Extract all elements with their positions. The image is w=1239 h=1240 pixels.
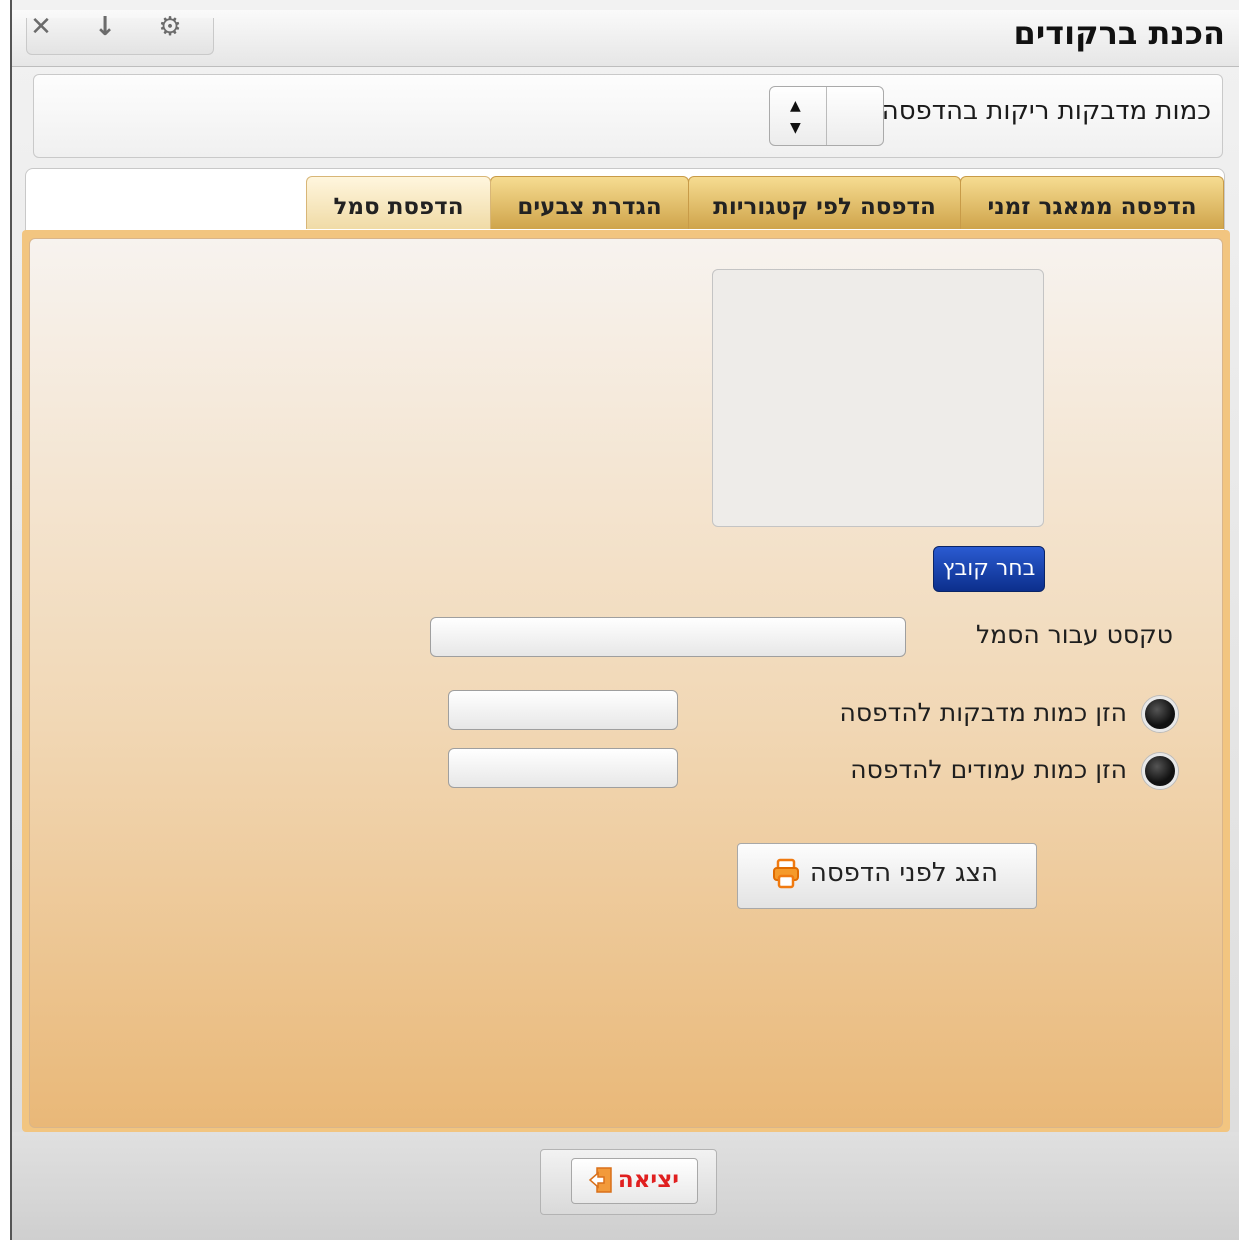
choose-file-button[interactable]: בחר קובץ <box>933 546 1045 592</box>
settings-icon[interactable]: ⚙ <box>157 14 183 40</box>
symbol-image-preview <box>712 269 1044 527</box>
radio-labels-qty-label: הזן כמות מדבקות להדפסה <box>839 698 1128 727</box>
print-preview-label: הצג לפני הדפסה <box>809 858 998 888</box>
labels-qty-input[interactable] <box>448 690 678 730</box>
window-title: הכנת ברקודים <box>1013 14 1225 52</box>
symbol-text-input[interactable] <box>430 617 906 657</box>
radio-pages-qty[interactable] <box>1142 753 1178 789</box>
print-preview-button[interactable]: הצג לפני הדפסה <box>737 843 1037 909</box>
spinner-down-icon[interactable]: ▼ <box>790 121 801 135</box>
printer-icon <box>773 858 799 889</box>
radio-labels-qty[interactable] <box>1142 696 1178 732</box>
exit-label: יציאה <box>617 1167 679 1193</box>
pages-qty-input[interactable] <box>448 748 678 788</box>
exit-icon <box>588 1167 612 1193</box>
tab-by-category[interactable]: הדפסה לפי קטגוריות <box>688 176 961 229</box>
close-icon[interactable]: ✕ <box>28 14 54 40</box>
tab-temp-storage[interactable]: הדפסה ממאגר זמני <box>960 176 1224 229</box>
exit-button[interactable]: יציאה <box>571 1158 698 1204</box>
empty-labels-spinner[interactable]: ▲ ▼ <box>769 86 884 146</box>
spinner-arrows: ▲ ▼ <box>770 87 827 145</box>
spinner-up-icon[interactable]: ▲ <box>790 99 801 113</box>
window-controls <box>26 18 214 55</box>
tab-symbol-print[interactable]: הדפסת סמל <box>306 176 491 229</box>
tab-colors[interactable]: הגדרת צבעים <box>490 176 689 229</box>
symbol-text-label: טקסט עבור הסמל <box>975 620 1173 649</box>
pin-icon[interactable]: ↓ <box>92 14 118 40</box>
radio-pages-qty-label: הזן כמות עמודים להדפסה <box>850 755 1127 784</box>
empty-labels-label: כמות מדבקות ריקות בהדפסה <box>881 96 1211 126</box>
